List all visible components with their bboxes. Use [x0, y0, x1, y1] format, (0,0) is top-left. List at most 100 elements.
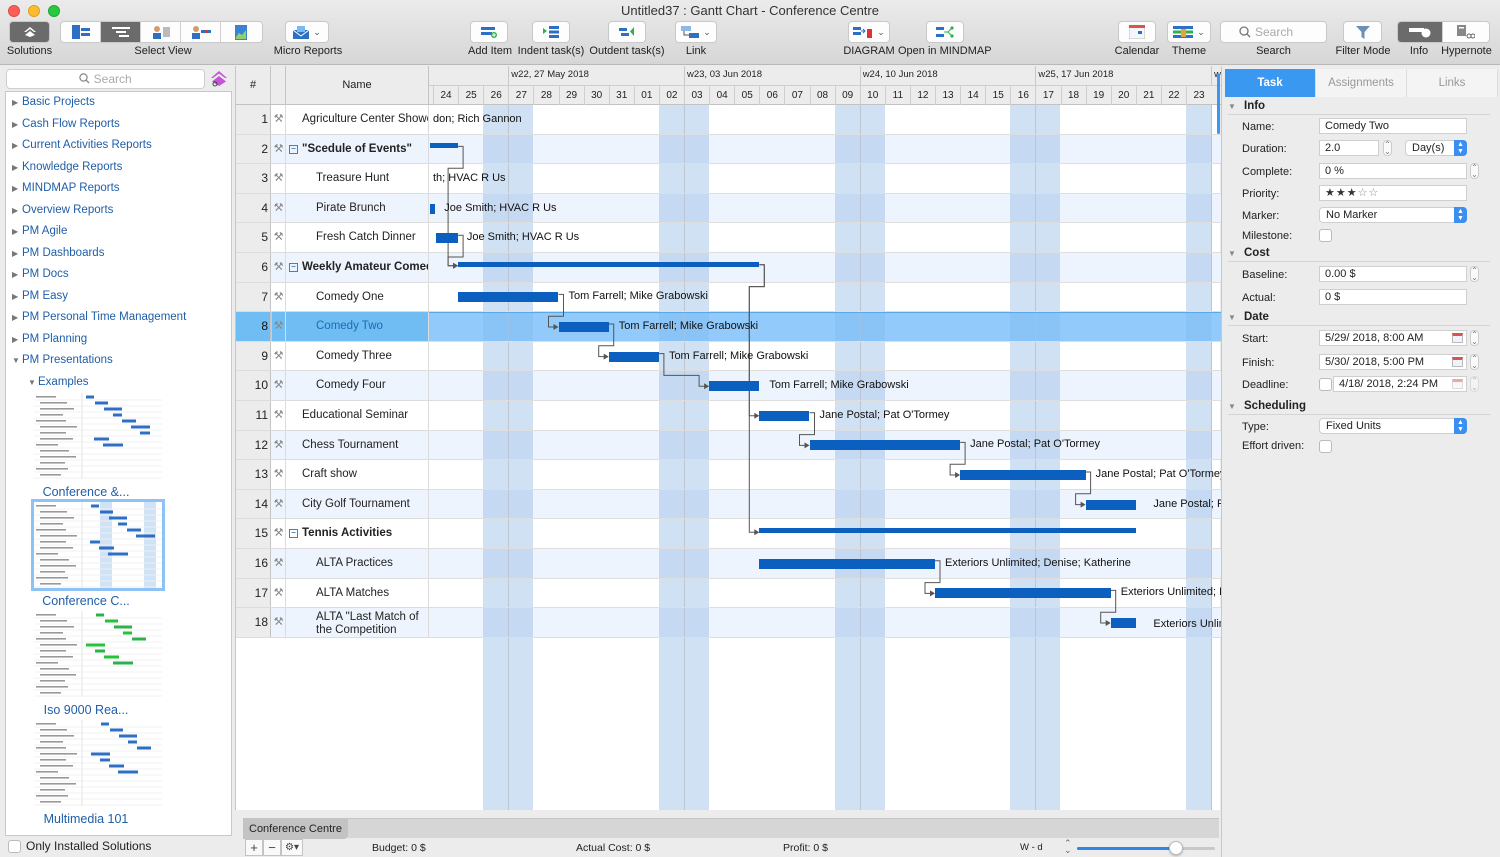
task-info-icon[interactable]: ⚒ [272, 282, 286, 312]
sheet-settings-button[interactable]: ⚙▾ [281, 839, 303, 856]
task-name-cell[interactable]: Craft show [286, 460, 429, 489]
task-bar[interactable] [430, 203, 435, 214]
star-filled-icon[interactable]: ★ [1347, 187, 1358, 199]
view-gantt-outline-button[interactable] [61, 22, 101, 42]
tab-links[interactable]: Links [1407, 69, 1498, 97]
view-resources-button[interactable] [141, 22, 181, 42]
complete-stepper[interactable]: ⌃ ⌄ [1470, 163, 1479, 179]
task-name-cell[interactable]: Chess Tournament [286, 430, 429, 460]
task-bar[interactable] [608, 351, 659, 362]
task-info-icon[interactable]: ⚒ [272, 193, 286, 223]
summary-bar[interactable] [759, 528, 1136, 534]
collapse-toggle-icon[interactable]: − [289, 263, 298, 272]
task-info-icon[interactable]: ⚒ [272, 578, 286, 608]
select-view-segmented-control[interactable] [60, 21, 263, 43]
actual-cost-field[interactable]: 0 $ [1319, 289, 1467, 305]
task-bar[interactable] [960, 470, 1086, 480]
start-date-stepper[interactable]: ⌃ ⌄ [1470, 330, 1479, 346]
star-empty-icon[interactable]: ☆ [1369, 187, 1380, 199]
hypernote-button[interactable] [1443, 22, 1489, 42]
tree-item[interactable]: ▶ PM Dashboards [6, 243, 231, 265]
task-bar[interactable] [935, 588, 1111, 599]
task-info-icon[interactable]: ⚒ [272, 371, 286, 400]
effort-driven-checkbox[interactable] [1319, 440, 1332, 453]
task-name-cell[interactable]: ALTA Practices [286, 549, 429, 578]
filter-mode-button[interactable] [1343, 21, 1382, 43]
task-bar[interactable] [809, 440, 961, 451]
task-info-icon[interactable]: ⚒ [272, 489, 286, 519]
finish-date-stepper[interactable]: ⌃ ⌄ [1470, 354, 1479, 370]
task-name-cell[interactable]: Comedy One [286, 282, 429, 312]
theme-button[interactable]: ⌄ [1167, 21, 1211, 43]
task-name-cell[interactable]: Comedy Four [286, 371, 429, 400]
vertical-scrollbar[interactable] [1217, 74, 1220, 134]
task-name-cell[interactable]: − Tennis Activities [286, 519, 429, 548]
duration-unit-select[interactable]: Day(s) ▲ ▼ [1405, 140, 1467, 156]
tree-item[interactable]: ▶ PM Agile [6, 221, 231, 243]
remove-sheet-button[interactable]: − [263, 839, 281, 856]
tree-item[interactable]: ▶ MINDMAP Reports [6, 178, 231, 200]
calendar-icon[interactable] [1452, 357, 1463, 367]
summary-bar[interactable] [430, 143, 459, 149]
section-info[interactable]: ▼ Info [1228, 100, 1490, 115]
tree-item[interactable]: ▶ PM Easy [6, 286, 231, 308]
task-info-icon[interactable]: ⚒ [272, 105, 286, 134]
section-scheduling[interactable]: ▼ Scheduling [1228, 400, 1490, 415]
task-name-cell[interactable]: Comedy Three [286, 341, 429, 371]
star-filled-icon[interactable]: ★ [1336, 187, 1347, 199]
baseline-stepper[interactable]: ⌃ ⌄ [1470, 266, 1479, 282]
tree-item[interactable]: ▶ Knowledge Reports [6, 157, 231, 179]
view-resource-usage-button[interactable] [181, 22, 221, 42]
priority-rating[interactable]: ★★★☆☆ [1319, 185, 1467, 201]
collapse-toggle-icon[interactable]: − [289, 144, 298, 154]
task-info-icon[interactable]: ⚒ [272, 341, 286, 371]
solutions-button[interactable] [9, 21, 50, 43]
tree-item[interactable]: ▶ PM Planning [6, 329, 231, 351]
task-info-icon[interactable]: ⚒ [272, 223, 286, 252]
dependency-link[interactable] [748, 264, 765, 533]
task-bar[interactable] [1110, 618, 1136, 628]
task-bar[interactable] [1085, 499, 1136, 510]
solutions-home-icon[interactable] [210, 70, 228, 88]
finish-date-field[interactable]: 5/30/ 2018, 5:00 PM [1319, 354, 1467, 370]
dependency-link[interactable] [748, 264, 765, 417]
tab-task[interactable]: Task [1225, 69, 1316, 97]
micro-reports-button[interactable]: ⌄ [285, 21, 329, 43]
solution-thumbnail[interactable]: Conference &... [6, 393, 231, 502]
tree-item[interactable]: ▶ Cash Flow Reports [6, 114, 231, 136]
calendar-icon[interactable] [1452, 333, 1463, 343]
task-info-icon[interactable]: ⚒ [272, 401, 286, 430]
tab-assignments[interactable]: Assignments [1316, 69, 1407, 97]
deadline-stepper[interactable]: ⌃ ⌄ [1470, 376, 1479, 392]
add-item-button[interactable] [470, 21, 508, 43]
tree-item[interactable]: ▶ PM Docs [6, 264, 231, 286]
view-gantt-chart-button[interactable] [101, 22, 141, 42]
complete-field[interactable]: 0 % [1319, 163, 1467, 179]
only-installed-solutions-toggle[interactable]: Only Installed Solutions [8, 839, 151, 853]
column-header-name[interactable]: Name [286, 66, 429, 105]
deadline-checkbox[interactable] [1319, 378, 1332, 391]
task-name-cell[interactable]: Fresh Catch Dinner [286, 223, 429, 252]
calendar-icon[interactable] [1452, 379, 1463, 389]
task-name-cell[interactable]: Agriculture Center Showcase [286, 105, 429, 134]
tree-item[interactable]: ▼ PM Presentations [6, 350, 231, 372]
zoom-slider[interactable] [1077, 841, 1215, 855]
toolbar-search-input[interactable]: Search [1220, 21, 1327, 43]
task-info-icon[interactable]: ⚒ [272, 608, 286, 637]
only-installed-checkbox[interactable] [8, 839, 21, 853]
task-bar[interactable] [458, 292, 559, 303]
add-sheet-button[interactable]: + [245, 839, 263, 856]
tree-item[interactable]: ▶ Basic Projects [6, 92, 231, 114]
indent-button[interactable] [532, 21, 570, 43]
scheduling-type-select[interactable]: Fixed Units ▲ ▼ [1319, 418, 1467, 434]
baseline-field[interactable]: 0.00 $ [1319, 266, 1467, 282]
sheet-tab-conference-centre[interactable]: Conference Centre [243, 819, 348, 839]
task-name-cell[interactable]: ALTA "Last Match of the Competition [286, 608, 429, 637]
tree-folder-examples[interactable]: ▼ Examples [6, 372, 231, 394]
marker-select[interactable]: No Marker ▲ ▼ [1319, 207, 1467, 223]
task-name-cell[interactable]: City Golf Tournament [286, 489, 429, 519]
calendar-button[interactable] [1118, 21, 1156, 43]
duration-field[interactable]: 2.0 [1319, 140, 1379, 156]
task-bar[interactable] [759, 410, 810, 421]
column-header-number[interactable]: # [236, 66, 271, 105]
